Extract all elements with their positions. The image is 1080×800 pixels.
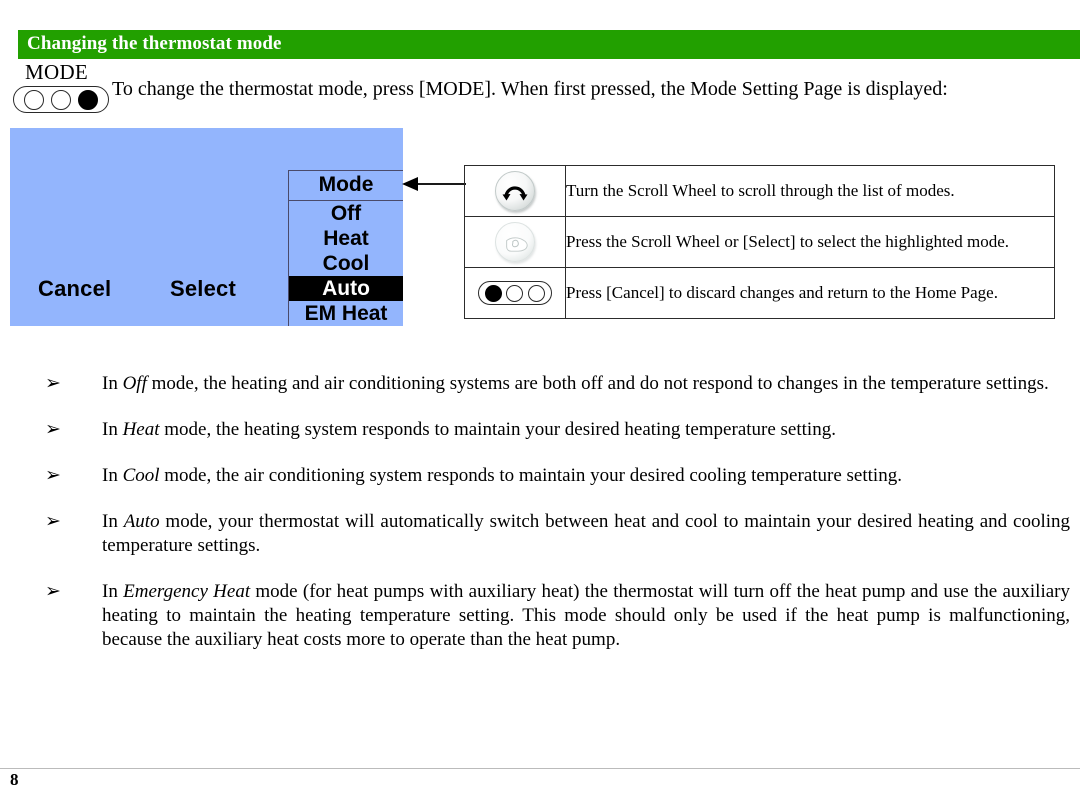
pressing-hand-icon — [506, 237, 528, 252]
cancel-dot-left-filled — [485, 284, 503, 302]
table-row: Press the Scroll Wheel or [Select] to se… — [464, 216, 1055, 268]
bullet-term: Auto — [123, 511, 160, 532]
bullet-arrow-icon: ➢ — [45, 581, 61, 602]
bullet-term: Off — [122, 373, 147, 394]
mode-list-item-em-heat: EM Heat — [304, 302, 388, 325]
table-row: Press [Cancel] to discard changes and re… — [464, 267, 1055, 319]
bullet-term: Heat — [122, 419, 160, 440]
mode-descriptions-list: ➢ In Off mode, the heating and air condi… — [45, 372, 1070, 674]
lcd-softkey-cancel: Cancel — [38, 276, 112, 301]
bullet-rest: mode, the air conditioning system respon… — [159, 465, 902, 486]
mode-list-item-auto-selected: Auto — [289, 276, 403, 301]
bullet-lead: In — [102, 581, 124, 602]
list-item: ➢ In Emergency Heat mode (for heat pumps… — [45, 580, 1070, 652]
scroll-wheel-disc-faint — [495, 222, 535, 262]
instruction-text-select: Press the Scroll Wheel or [Select] to se… — [565, 216, 1055, 268]
instruction-table: Turn the Scroll Wheel to scroll through … — [464, 165, 1055, 319]
bullet-text-cool: In Cool mode, the air conditioning syste… — [102, 464, 1070, 488]
keypad-dot-middle — [50, 89, 71, 110]
rotate-arrow-icon — [502, 186, 528, 201]
bullet-rest: mode, the heating and air conditioning s… — [146, 373, 1049, 394]
thermostat-lcd-screen: Cancel Select Mode Off Heat Cool Auto EM… — [10, 128, 403, 326]
mode-key-label: MODE — [25, 60, 89, 84]
bullet-text-auto: In Auto mode, your thermostat will autom… — [102, 510, 1070, 558]
instruction-text-cancel: Press [Cancel] to discard changes and re… — [565, 267, 1055, 319]
mode-list-item-cool: Cool — [322, 252, 370, 275]
bullet-rest: mode, the heating system responds to mai… — [159, 419, 836, 440]
keypad-dot-right-filled — [78, 89, 99, 110]
bullet-lead: In — [102, 373, 123, 394]
instruction-text-scroll: Turn the Scroll Wheel to scroll through … — [565, 165, 1055, 217]
bullet-rest: mode, your thermostat will automatically… — [102, 511, 1071, 556]
lcd-softkey-select: Select — [170, 276, 237, 301]
page-number: 8 — [10, 770, 19, 789]
bullet-lead: In — [102, 465, 123, 486]
scroll-wheel-disc — [495, 171, 535, 211]
scroll-wheel-press-hand-icon — [464, 216, 566, 268]
list-item: ➢ In Heat mode, the heating system respo… — [45, 418, 1070, 442]
keypad-dot-left — [23, 89, 44, 110]
callout-arrow-icon — [402, 177, 466, 191]
footer-divider — [0, 768, 1080, 769]
mode-list-title: Mode — [289, 171, 403, 201]
bullet-text-heat: In Heat mode, the heating system respond… — [102, 418, 1070, 442]
bullet-arrow-icon: ➢ — [45, 465, 61, 486]
bullet-arrow-icon: ➢ — [45, 511, 61, 532]
mode-list-popup: Mode Off Heat Cool Auto EM Heat — [288, 170, 403, 326]
scroll-wheel-rotate-icon — [464, 165, 566, 217]
bullet-term: Emergency Heat — [123, 581, 251, 602]
cancel-key-pill-icon — [478, 281, 552, 305]
cancel-key-icon — [464, 267, 566, 319]
intro-paragraph: To change the thermostat mode, press [MO… — [112, 78, 948, 100]
mode-key-graphic: MODE — [13, 60, 111, 116]
mode-list-item-heat: Heat — [323, 227, 369, 250]
bullet-lead: In — [102, 511, 124, 532]
mode-key-pill-icon — [13, 86, 109, 113]
bullet-arrow-icon: ➢ — [45, 373, 61, 394]
section-header-bar: Changing the thermostat mode — [18, 30, 1080, 59]
bullet-text-off: In Off mode, the heating and air conditi… — [102, 372, 1070, 396]
page-title: Changing the thermostat mode — [27, 33, 282, 54]
list-item: ➢ In Off mode, the heating and air condi… — [45, 372, 1070, 396]
list-item: ➢ In Cool mode, the air conditioning sys… — [45, 464, 1070, 488]
bullet-arrow-icon: ➢ — [45, 419, 61, 440]
bullet-lead: In — [102, 419, 123, 440]
list-item: ➢ In Auto mode, your thermostat will aut… — [45, 510, 1070, 558]
cancel-dot-right — [527, 284, 545, 302]
bullet-text-emergency-heat: In Emergency Heat mode (for heat pumps w… — [102, 580, 1070, 652]
cancel-dot-middle — [506, 284, 524, 302]
mode-list-item-off: Off — [330, 202, 362, 225]
table-row: Turn the Scroll Wheel to scroll through … — [464, 165, 1055, 217]
bullet-term: Cool — [122, 465, 160, 486]
